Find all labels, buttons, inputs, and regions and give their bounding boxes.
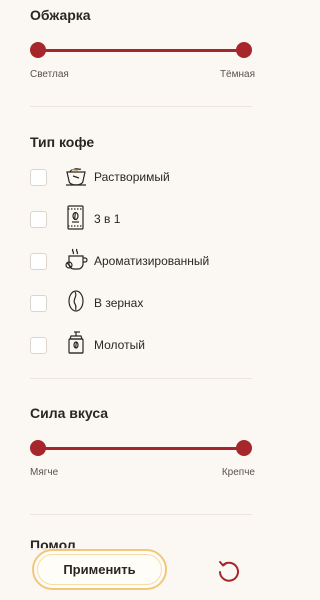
strength-slider-track[interactable] (38, 447, 244, 450)
checkbox[interactable] (30, 295, 47, 312)
flavored-coffee-icon (65, 248, 88, 270)
coffee-type-option-ground[interactable]: Молотый (30, 331, 260, 358)
coffee-grinder-icon (68, 331, 84, 354)
divider (30, 378, 252, 379)
instant-coffee-icon (66, 168, 86, 186)
strength-title: Сила вкуса (30, 405, 109, 421)
checkbox[interactable] (30, 211, 47, 228)
strength-slider[interactable] (30, 440, 252, 456)
divider (30, 106, 252, 107)
coffee-type-option-instant[interactable]: Растворимый (30, 166, 260, 190)
strength-max-label: Крепче (221, 467, 255, 478)
checkbox[interactable] (30, 337, 47, 354)
reset-icon (219, 561, 239, 582)
coffee-bean-icon (68, 290, 84, 312)
strength-slider-max-handle[interactable] (236, 440, 252, 456)
option-label: Ароматизированный (94, 254, 210, 268)
roast-slider-min-handle[interactable] (30, 42, 46, 58)
coffee-type-title: Тип кофе (30, 134, 95, 150)
coffee-type-option-beans[interactable]: В зернах (30, 290, 260, 316)
roast-min-label: Светлая (30, 69, 69, 80)
roast-title: Обжарка (30, 7, 91, 23)
divider (30, 514, 252, 515)
apply-button-label: Применить (63, 562, 136, 577)
option-label: Молотый (94, 338, 145, 352)
roast-slider-track[interactable] (38, 49, 244, 52)
coffee-type-option-flavored[interactable]: Ароматизированный (30, 248, 260, 274)
option-label: 3 в 1 (94, 212, 121, 226)
option-label: В зернах (94, 296, 144, 310)
option-label: Растворимый (94, 170, 170, 184)
reset-button[interactable] (215, 557, 243, 585)
coffee-type-option-3in1[interactable]: 3 в 1 (30, 205, 260, 232)
checkbox[interactable] (30, 169, 47, 186)
roast-max-label: Тёмная (219, 69, 255, 80)
strength-min-label: Мягче (30, 467, 59, 478)
sachet-icon (67, 205, 84, 230)
roast-slider[interactable] (30, 42, 252, 58)
apply-button[interactable]: Применить (32, 549, 167, 590)
strength-slider-min-handle[interactable] (30, 440, 46, 456)
roast-slider-max-handle[interactable] (236, 42, 252, 58)
checkbox[interactable] (30, 253, 47, 270)
